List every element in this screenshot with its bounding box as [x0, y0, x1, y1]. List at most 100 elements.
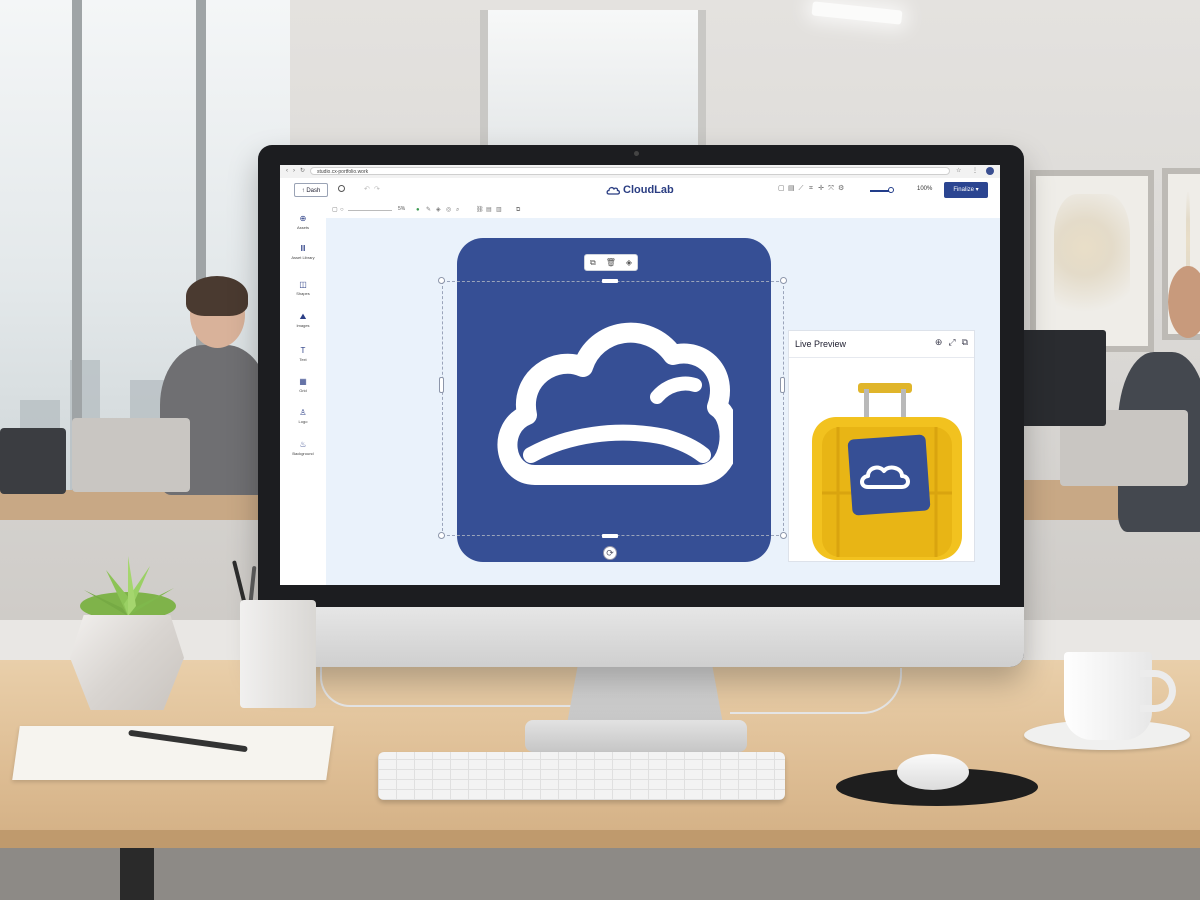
zoom-value: 100% [917, 186, 933, 192]
cloud-logo-icon [497, 322, 733, 485]
wall-art [1030, 170, 1154, 352]
app-header: ↑ Dash ↶ ↷ CloudLab ▢ ▤ ⟋ ⌗ ✛ ⤧ ⚙ 100% F… [280, 178, 1000, 203]
copy-icon[interactable]: ⧉ [590, 258, 596, 267]
copy-icon[interactable]: ▢ [778, 185, 785, 192]
arrow-left-icon[interactable]: ‹ [286, 168, 292, 174]
header-tools: ▢ ▤ ⟋ ⌗ ✛ ⤧ ⚙ [778, 185, 844, 192]
left-sidebar: ⊕ Assets Ⅲ Asset Library ◫ Shapes ⛰ Imag… [280, 202, 327, 585]
arrow-right-icon[interactable]: › [293, 168, 299, 174]
circle-icon[interactable]: ○ [340, 207, 346, 213]
cloud-icon [606, 186, 620, 195]
finalize-button[interactable]: Finalize ▾ [944, 182, 988, 198]
move-icon[interactable]: ✛ [818, 185, 824, 192]
align-icon[interactable]: ▤ [486, 207, 492, 213]
webcam [634, 151, 639, 156]
sidebar-item-grid[interactable]: ▦ Grid [280, 377, 326, 393]
paint-icon: ♨ [299, 440, 307, 449]
resize-handle[interactable] [438, 277, 445, 284]
preview-divider [789, 357, 974, 358]
shapes-icon: ◫ [299, 280, 307, 289]
history-icon[interactable] [338, 185, 345, 192]
preview-controls: ⊕ ⤢ ⧉ [935, 337, 968, 348]
link-icon[interactable]: ⛓ [476, 207, 484, 213]
layers-icon[interactable]: ◈ [626, 258, 632, 267]
monitor-stand-foot [525, 720, 747, 752]
sidebar-item-background[interactable]: ♨ Background [280, 440, 326, 456]
coffee-cup [1064, 652, 1152, 740]
resize-handle-side[interactable] [780, 377, 785, 393]
duplicate-icon[interactable]: ⧉ [516, 207, 522, 213]
cable [730, 668, 902, 714]
redo-icon[interactable]: ↷ [374, 185, 380, 193]
background-monitor [1020, 330, 1106, 426]
sidebar-item-assets[interactable]: ⊕ Assets [280, 214, 326, 230]
trash-icon[interactable]: 🗑 [606, 258, 616, 267]
settings-icon[interactable]: ⚙ [838, 185, 844, 192]
resize-handle-side[interactable] [439, 377, 444, 393]
search-icon[interactable]: ⌕ [456, 207, 462, 213]
fullscreen-icon[interactable]: ⤢ [948, 337, 955, 348]
rotate-handle[interactable]: ⟳ [603, 546, 617, 560]
target-icon[interactable]: ◎ [446, 207, 452, 213]
sidebar-item-shapes[interactable]: ◫ Shapes [280, 280, 326, 296]
check-icon[interactable]: ● [416, 207, 422, 213]
notebook [12, 726, 334, 780]
image-icon: ⛰ [299, 312, 307, 321]
layout-icon[interactable]: ▥ [496, 207, 502, 213]
resize-handle[interactable] [438, 532, 445, 539]
selection-mini-toolbar: ⧉ 🗑 ◈ [584, 254, 638, 271]
brand-logo: CloudLab [606, 183, 674, 197]
pen-icon[interactable]: ✎ [426, 207, 432, 213]
window-back [480, 10, 706, 158]
desk-leg [120, 848, 154, 900]
magic-icon[interactable]: ⟋ [798, 185, 804, 192]
frame-icon[interactable]: ▢ [332, 207, 338, 213]
expand-icon[interactable]: ⤧ [828, 185, 834, 192]
avatar[interactable] [986, 167, 994, 175]
crop-icon[interactable]: ⌗ [808, 185, 814, 192]
shape-icon[interactable]: ◈ [436, 207, 442, 213]
background-person-hair [186, 276, 248, 316]
preview-title: Live Preview [795, 339, 847, 349]
plant-pot [70, 615, 184, 710]
opacity-slider[interactable] [348, 210, 392, 211]
zoom-slider-handle[interactable] [888, 187, 894, 193]
pen-cup [240, 600, 316, 708]
mouse [897, 754, 969, 790]
back-to-dashboard-button[interactable]: ↑ Dash [294, 183, 328, 197]
sidebar-item-images[interactable]: ⛰ Images [280, 312, 326, 328]
sidebar-item-logo[interactable]: ♙ Logo [280, 408, 326, 424]
browser-bar: ‹ › ↻ studio.cx-portfolio.work ☆ ⋮ [280, 165, 1000, 179]
brand-name: CloudLab [623, 184, 674, 196]
star-icon[interactable]: ☆ [956, 168, 962, 174]
floor [0, 848, 1200, 900]
person-icon: ♙ [299, 408, 307, 417]
suitcase-mockup [812, 383, 962, 560]
canvas-toolbar: ▢ ○ 5% ● ✎ ◈ ◎ ⌕ ⛓ ▤ ▥ ⧉ [326, 202, 1000, 219]
menu-icon[interactable]: ⋮ [972, 168, 978, 174]
layers-icon[interactable]: ▤ [788, 185, 795, 192]
cable [320, 665, 582, 707]
resize-handle-top[interactable] [602, 279, 618, 283]
opacity-value: 5% [398, 206, 406, 212]
resize-handle[interactable] [780, 532, 787, 539]
reload-icon[interactable]: ↻ [300, 168, 306, 174]
desk-edge [0, 830, 1200, 848]
sidebar-item-asset-library[interactable]: Ⅲ Asset Library [280, 244, 326, 260]
plus-circle-icon: ⊕ [299, 214, 307, 223]
text-icon: T [300, 346, 306, 355]
resize-handle[interactable] [780, 277, 787, 284]
succulent-plant [80, 556, 176, 620]
background-laptop [72, 418, 190, 492]
zoom-in-icon[interactable]: ⊕ [935, 337, 943, 348]
background-person-head [1168, 266, 1200, 338]
resize-handle-bottom[interactable] [602, 534, 618, 538]
url-field[interactable]: studio.cx-portfolio.work [310, 167, 950, 175]
grid-icon: ▦ [299, 377, 307, 386]
monitor-chin [258, 607, 1024, 667]
keyboard [378, 752, 785, 800]
library-icon: Ⅲ [300, 244, 306, 253]
sidebar-item-text[interactable]: T Text [280, 346, 326, 362]
external-icon[interactable]: ⧉ [962, 337, 968, 348]
undo-icon[interactable]: ↶ [364, 185, 370, 193]
